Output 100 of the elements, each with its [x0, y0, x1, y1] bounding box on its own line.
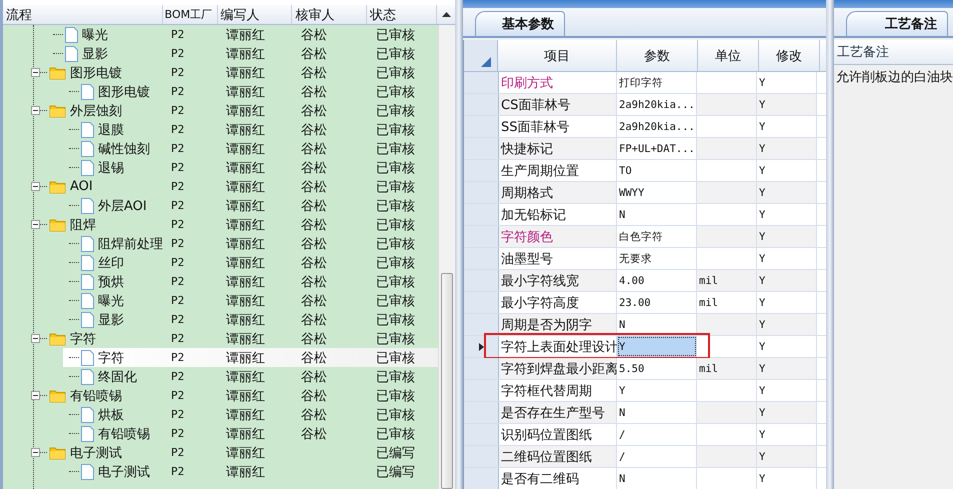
collapse-icon[interactable]: [31, 106, 40, 115]
tree-row[interactable]: 电子测试 P2 谭丽红 已编写: [3, 443, 438, 462]
tree-row[interactable]: 外层蚀刻 P2 谭丽红 谷松 已审核: [3, 101, 438, 120]
tree-row[interactable]: 显影 P2 谭丽红 谷松 已审核: [3, 310, 438, 329]
tree-row[interactable]: 退膜 P2 谭丽红 谷松 已审核: [3, 120, 438, 139]
tree-row[interactable]: 有铅喷锡 P2 谭丽红 谷松 已审核: [3, 386, 438, 405]
table-cell-text: 谷松: [300, 160, 328, 176]
table-cell-text: 谷松: [300, 274, 328, 290]
tree-row[interactable]: 显影 P2 谭丽红 谷松 已审核: [3, 44, 438, 63]
splitter-handle[interactable]: [455, 0, 463, 489]
value-cell[interactable]: 23.00: [617, 292, 697, 313]
column-header[interactable]: BOM工厂: [162, 5, 218, 24]
tree-row[interactable]: 烘板 P2 谭丽红 谷松 已审核: [3, 405, 438, 424]
column-header[interactable]: 参数: [617, 40, 698, 71]
tab[interactable]: 基本参数: [475, 11, 565, 36]
table-cell-text: 谷松: [300, 198, 328, 214]
collapse-icon[interactable]: [31, 334, 40, 343]
tree-row[interactable]: 电子测试 P2 谭丽红 已编写: [3, 462, 438, 481]
collapse-icon[interactable]: [31, 220, 40, 229]
collapse-icon[interactable]: [31, 448, 40, 457]
table-cell: Y: [757, 402, 817, 423]
column-header[interactable]: 项目: [498, 40, 617, 71]
collapse-icon[interactable]: [31, 68, 40, 77]
value-cell[interactable]: N: [617, 402, 697, 423]
document-icon: [81, 350, 94, 366]
step-label: 阻焊前处理: [98, 236, 163, 252]
table-cell: Y: [757, 270, 817, 291]
column-header[interactable]: 单位: [698, 40, 759, 71]
tree-row[interactable]: 退锡 P2 谭丽红 谷松 已审核: [3, 158, 438, 177]
tree-row[interactable]: 有铅喷锡 P2 谭丽红 谷松 已审核: [3, 424, 438, 443]
value-cell[interactable]: WWYY: [617, 182, 697, 203]
table-cell-text: 已审核: [375, 406, 416, 424]
table-cell: 最小字符线宽: [499, 270, 617, 291]
value-cell[interactable]: 无要求: [617, 248, 697, 269]
tree-row[interactable]: 碱性蚀刻 P2 谭丽红 谷松 已审核: [3, 139, 438, 158]
value-cell[interactable]: N: [617, 204, 697, 225]
value-cell[interactable]: TO: [617, 160, 697, 181]
value-cell[interactable]: N: [617, 314, 697, 335]
value-cell[interactable]: /: [617, 424, 697, 445]
table-cell-text: P2: [170, 161, 186, 174]
column-header[interactable]: 状态: [367, 5, 438, 24]
tree-row[interactable]: 阻焊 P2 谭丽红 谷松 已审核: [3, 215, 438, 234]
scroll-thumb[interactable]: [441, 273, 453, 489]
splitter-handle[interactable]: [826, 0, 834, 489]
table-cell: Y: [757, 72, 817, 93]
tree-row[interactable]: 预烘 P2 谭丽红 谷松 已审核: [3, 272, 438, 291]
tree-row[interactable]: 阻焊前处理 P2 谭丽红 谷松 已审核: [3, 234, 438, 253]
tree-row[interactable]: 外层AOI P2 谭丽红 谷松 已审核: [3, 196, 438, 215]
column-header[interactable]: 核审人: [292, 5, 368, 24]
tree-row[interactable]: 字符 P2 谭丽红 谷松 已审核: [3, 329, 438, 348]
scrollbar[interactable]: [438, 25, 455, 489]
tree-row[interactable]: 终固化 P2 谭丽红 谷松 已审核: [3, 367, 438, 386]
value-cell[interactable]: N: [617, 468, 697, 489]
table-cell: Y: [757, 160, 817, 181]
value-cell[interactable]: 打印字符: [617, 72, 697, 93]
table-cell: 字符到焊盘最小距离: [499, 358, 617, 379]
document-icon: [81, 198, 94, 214]
value-cell[interactable]: /: [617, 446, 697, 467]
table-cell-text: P2: [170, 104, 186, 117]
tree-row[interactable]: 图形电镀 P2 谭丽红 谷松 已审核: [3, 82, 438, 101]
tree-row[interactable]: 曝光 P2 谭丽红 谷松 已审核: [3, 25, 438, 44]
table-cell-text: 谷松: [300, 236, 328, 252]
tree-row[interactable]: 丝印 P2 谭丽红 谷松 已审核: [3, 253, 438, 272]
value-cell[interactable]: 白色字符: [617, 226, 697, 247]
folder-label: 字符: [70, 330, 96, 348]
tree-row[interactable]: 图形电镀 P2 谭丽红 谷松 已审核: [3, 63, 438, 82]
table-cell-text: 谭丽红: [225, 444, 266, 462]
value-cell[interactable]: 5.50: [617, 358, 697, 379]
column-header[interactable]: 编写人: [218, 5, 292, 24]
document-icon: [81, 160, 94, 176]
collapse-icon[interactable]: [31, 391, 40, 400]
value-cell[interactable]: FP+UL+DAT...: [617, 138, 697, 159]
document-icon: [81, 312, 94, 328]
table-cell-text: 已审核: [375, 368, 416, 386]
tab[interactable]: 工艺备注: [846, 11, 948, 36]
table-cell-text: 已审核: [375, 102, 416, 120]
tree-row[interactable]: AOI P2 谭丽红 谷松 已审核: [3, 177, 438, 196]
value-cell[interactable]: Y: [617, 336, 697, 357]
table-cell-text: 谭丽红: [225, 102, 266, 120]
collapse-icon[interactable]: [31, 182, 40, 191]
table-cell-text: 谷松: [300, 140, 328, 158]
table-cell-text: 已审核: [375, 330, 416, 348]
current-row-icon: [478, 342, 484, 350]
value-cell[interactable]: 2a9h20kia...: [617, 116, 697, 137]
step-label: 曝光: [98, 292, 124, 310]
tree-row[interactable]: 曝光 P2 谭丽红 谷松 已审核: [3, 291, 438, 310]
value-cell[interactable]: 2a9h20kia...: [617, 94, 697, 115]
step-label: 显影: [82, 46, 108, 62]
document-icon: [81, 274, 94, 290]
document-icon: [81, 84, 94, 100]
document-icon: [81, 122, 94, 138]
table-cell-text: 已审核: [375, 216, 416, 234]
row-header[interactable]: [464, 336, 499, 357]
column-header[interactable]: 修改: [759, 40, 820, 71]
column-header[interactable]: 流程: [3, 5, 163, 24]
value-cell[interactable]: 4.00: [617, 270, 697, 291]
value-cell[interactable]: Y: [617, 380, 697, 401]
table-cell-text: 谷松: [300, 426, 328, 442]
table-cell-text: 谷松: [300, 292, 328, 310]
table-cell-text: P2: [170, 408, 186, 421]
